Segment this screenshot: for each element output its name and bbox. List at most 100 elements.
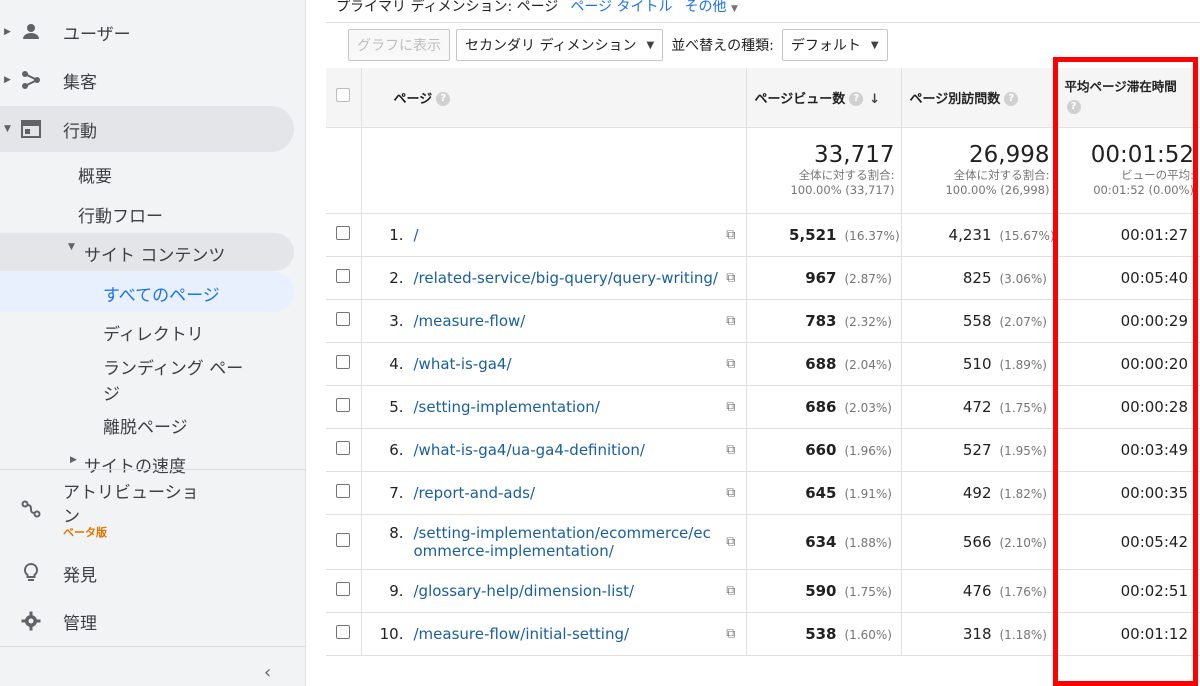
open-page-icon[interactable]: ⧉ <box>726 583 735 598</box>
collapse-sidebar-icon[interactable]: ‹ <box>264 662 271 683</box>
row-index: 2. <box>389 268 404 287</box>
sidebar-item-site-speed[interactable]: サイトの速度 <box>84 452 186 477</box>
help-icon[interactable]: ? <box>849 92 864 107</box>
primary-dimension-bar: プライマリ ディメンション: ページ ページ タイトル その他 ▼ <box>336 0 738 18</box>
sidebar-item-landing-pages-wrap[interactable]: ジ <box>103 380 120 405</box>
summary-label: 全体に対する割合: <box>953 167 1050 182</box>
row-checkbox[interactable] <box>336 397 351 412</box>
unique-pageviews-value: 4,231 <box>948 225 992 244</box>
help-icon[interactable]: ? <box>1066 100 1081 115</box>
other-dimension-dropdown[interactable]: その他 ▼ <box>685 0 738 16</box>
row-index: 3. <box>389 311 404 330</box>
sidebar-item-exit-pages[interactable]: 離脱ページ <box>103 413 188 438</box>
page-title-dimension-link[interactable]: ページ タイトル <box>570 0 672 16</box>
secondary-dimension-label: セカンダリ ディメンション <box>465 38 637 54</box>
page-link[interactable]: /what-is-ga4/ua-ga4-definition/ <box>414 441 645 459</box>
page-link[interactable]: /what-is-ga4/ <box>414 355 512 373</box>
select-all-checkbox[interactable] <box>336 88 351 103</box>
open-page-icon[interactable]: ⧉ <box>726 626 735 641</box>
secondary-dimension-dropdown[interactable]: セカンダリ ディメンション ▼ <box>456 29 664 61</box>
divider <box>326 22 1200 23</box>
sidebar-item-behavior-flow[interactable]: 行動フロー <box>78 202 163 227</box>
sidebar-item-landing-pages[interactable]: ランディング ペー <box>103 354 243 379</box>
table-row: 4. /what-is-ga4/ ⧉ 688 (2.04%) 510 (1.89%) 0… <box>326 342 1200 386</box>
page-link[interactable]: /related-service/big-query/query-writing… <box>414 269 718 287</box>
open-page-icon[interactable]: ⧉ <box>726 270 735 285</box>
row-checkbox[interactable] <box>336 483 351 498</box>
help-icon[interactable]: ? <box>1004 92 1019 107</box>
unique-pageviews-cell: 492 (1.82%) <box>901 471 1057 515</box>
open-page-icon[interactable]: ⧉ <box>726 227 735 242</box>
unique-pageviews-cell: 318 (1.18%) <box>901 612 1057 656</box>
plot-rows-button[interactable]: グラフに表示 <box>348 29 450 61</box>
help-icon[interactable]: ? <box>436 92 451 107</box>
header-unique-pageviews[interactable]: ページ別訪問数? <box>901 68 1057 128</box>
row-checkbox[interactable] <box>336 268 351 283</box>
table-row: 1. / ⧉ 5,521 (16.37%) 4,231 (15.67%) 00:01:2… <box>326 213 1200 257</box>
nav-item-behavior[interactable]: ▼ 行動 <box>0 106 294 152</box>
row-checkbox-cell <box>326 256 362 300</box>
gear-icon <box>20 610 42 632</box>
table-row: 9. /glossary-help/dimension-list/ ⧉ 590 (1.… <box>326 569 1200 613</box>
summary-row: 33,717 全体に対する割合: 100.00% (33,717) 26,998… <box>326 127 1200 214</box>
row-index: 10. <box>379 624 404 643</box>
pageviews-cell: 590 (1.75%) <box>746 569 902 613</box>
unique-pageviews-cell: 566 (2.10%) <box>901 514 1057 570</box>
summary-percent: 100.00% (26,998) <box>945 182 1050 197</box>
unique-pageviews-cell: 558 (2.07%) <box>901 299 1057 343</box>
unique-pageviews-percent: (1.76%) <box>999 584 1047 599</box>
table-row: 8. /setting-implementation/ecommerce/ecom… <box>326 514 1200 570</box>
unique-pageviews-value: 510 <box>962 354 992 373</box>
chevron-down-icon: ▼ <box>646 39 655 51</box>
pageviews-cell: 967 (2.87%) <box>746 256 902 300</box>
pageviews-percent: (2.04%) <box>844 357 892 372</box>
open-page-icon[interactable]: ⧉ <box>726 534 735 549</box>
pageviews-cell: 783 (2.32%) <box>746 299 902 343</box>
row-index: 4. <box>389 354 404 373</box>
page-link[interactable]: /glossary-help/dimension-list/ <box>414 582 635 600</box>
page-link[interactable]: /setting-implementation/ecommerce/ecomme… <box>414 524 712 560</box>
row-checkbox[interactable] <box>336 532 351 547</box>
page-link[interactable]: / <box>414 226 419 244</box>
pageviews-percent: (1.60%) <box>844 627 892 642</box>
table-row: 6. /what-is-ga4/ua-ga4-definition/ ⧉ 660 (1… <box>326 428 1200 472</box>
page-link[interactable]: /measure-flow/ <box>414 312 526 330</box>
summary-unique-pageviews: 26,998 全体に対する割合: 100.00% (26,998) <box>901 127 1057 214</box>
open-page-icon[interactable]: ⧉ <box>726 485 735 500</box>
row-checkbox[interactable] <box>336 225 351 240</box>
header-label: ページ別訪問数 <box>909 91 1001 107</box>
sidebar-item-all-pages[interactable]: すべてのページ <box>103 281 220 306</box>
page-link[interactable]: /setting-implementation/ <box>414 398 600 416</box>
page-link[interactable]: /report-and-ads/ <box>414 484 536 502</box>
sidebar-item-site-content[interactable]: サイト コンテンツ <box>84 241 225 266</box>
row-checkbox[interactable] <box>336 624 351 639</box>
sidebar-item-directory[interactable]: ディレクトリ <box>103 320 204 345</box>
row-checkbox[interactable] <box>336 440 351 455</box>
unique-pageviews-percent: (2.10%) <box>999 535 1047 550</box>
page-cell: 2. /related-service/big-query/query-writi… <box>361 256 747 300</box>
row-checkbox[interactable] <box>336 581 351 596</box>
table-row: 10. /measure-flow/initial-setting/ ⧉ 538 (1… <box>326 612 1200 656</box>
chevron-down-icon: ▼ <box>870 39 879 51</box>
avg-time-cell: 00:00:29 <box>1056 299 1200 343</box>
open-page-icon[interactable]: ⧉ <box>726 399 735 414</box>
sort-type-dropdown[interactable]: デフォルト ▼ <box>781 29 888 61</box>
open-page-icon[interactable]: ⧉ <box>726 313 735 328</box>
row-checkbox[interactable] <box>336 354 351 369</box>
pageviews-value: 645 <box>805 483 837 502</box>
unique-pageviews-value: 492 <box>962 483 992 502</box>
page-cell: 9. /glossary-help/dimension-list/ ⧉ <box>361 569 747 613</box>
unique-pageviews-percent: (2.07%) <box>999 314 1047 329</box>
row-checkbox[interactable] <box>336 311 351 326</box>
open-page-icon[interactable]: ⧉ <box>726 356 735 371</box>
open-page-icon[interactable]: ⧉ <box>726 442 735 457</box>
page-link[interactable]: /measure-flow/initial-setting/ <box>414 625 630 643</box>
header-page[interactable]: ページ? <box>361 68 747 128</box>
person-icon <box>20 21 42 43</box>
header-avg-time[interactable]: 平均ページ滞在時間? <box>1056 68 1200 128</box>
unique-pageviews-value: 318 <box>962 624 992 643</box>
pageviews-cell: 660 (1.96%) <box>746 428 902 472</box>
header-pageviews[interactable]: ページビュー数? ↓ <box>746 68 902 128</box>
attribution-icon <box>20 498 42 520</box>
sidebar-item-overview[interactable]: 概要 <box>78 162 112 187</box>
